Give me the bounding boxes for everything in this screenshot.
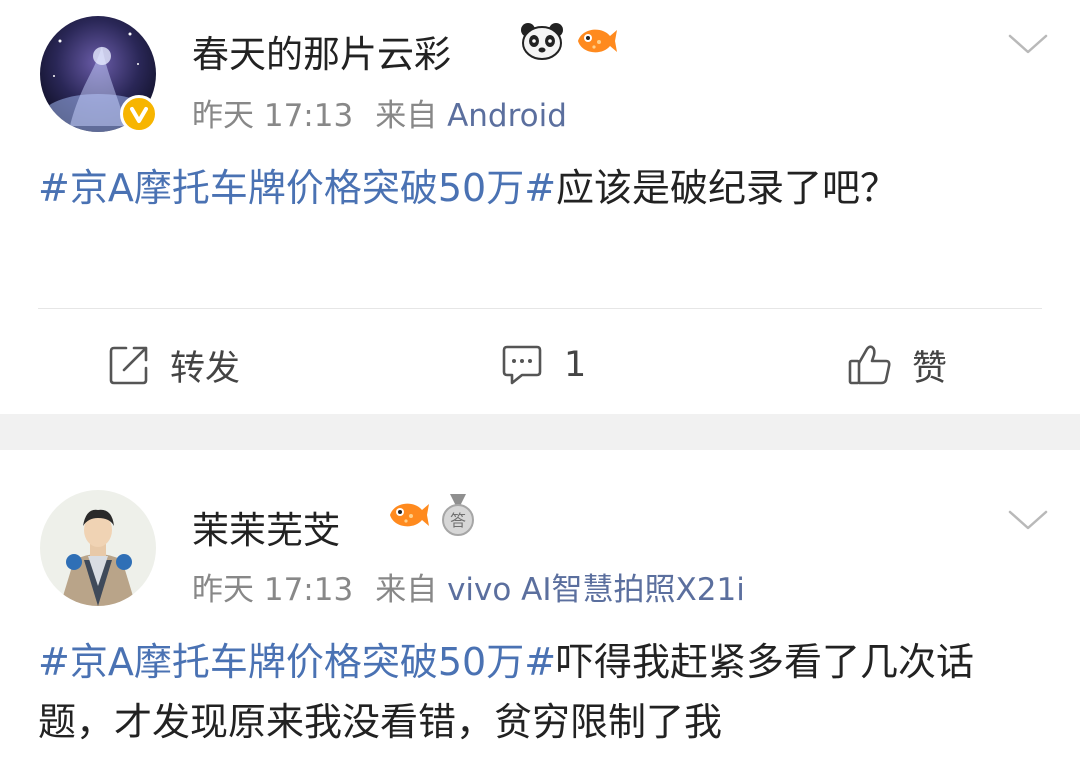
comment-count: 1: [564, 345, 587, 385]
post-time: 昨天 17:13: [192, 98, 354, 134]
from-label: 来自: [375, 572, 438, 608]
post-meta: 昨天 17:13 来自 Android: [192, 90, 567, 135]
repost-icon: [109, 346, 148, 385]
topic-link[interactable]: #京A摩托车牌价格突破50万#: [38, 166, 556, 210]
chevron-down-icon[interactable]: [1006, 30, 1050, 58]
divider: [38, 308, 1042, 309]
from-label: 来自: [375, 98, 438, 134]
fish-icon: [390, 503, 429, 527]
like-button[interactable]: 赞: [846, 330, 947, 400]
repost-label: 转发: [170, 348, 241, 389]
post-meta: 昨天 17:13 来自 vivo AI智慧拍照X21i: [192, 564, 745, 609]
panda-icon: [521, 23, 563, 60]
comment-icon: [502, 345, 542, 385]
weibo-post-1: 春天的那片云彩 昨天 17:13 来自 Android #京A摩托车牌价格突破50…: [0, 0, 1080, 414]
repost-button[interactable]: 转发: [106, 330, 240, 400]
username[interactable]: 茉茉芜芠: [192, 500, 340, 554]
comment-button[interactable]: 1: [498, 330, 586, 400]
thumbs-up-icon: [848, 345, 891, 385]
post-source[interactable]: Android: [447, 98, 567, 134]
like-label: 赞: [912, 348, 948, 389]
action-bar: 转发 1 赞: [0, 330, 1080, 400]
post-content: #京A摩托车牌价格突破50万#应该是破纪录了吧？: [38, 158, 1043, 218]
weibo-post-2: 茉茉芜芠 答 昨天 17:13 来自 vivo AI智慧拍照X21i #京A摩托车…: [0, 450, 1080, 764]
answer-medal-icon: 答: [442, 494, 474, 536]
post-time: 昨天 17:13: [192, 572, 354, 608]
user-badges: 答: [384, 492, 478, 538]
post-separator: [0, 414, 1080, 450]
post-content: #京A摩托车牌价格突破50万#吓得我赶紧多看了几次话题，才发现原来我没看错，贫穷…: [38, 632, 1043, 752]
user-badges: [520, 22, 618, 60]
verified-badge-icon: [120, 95, 158, 133]
fish-icon: [578, 29, 617, 53]
username[interactable]: 春天的那片云彩: [192, 24, 451, 78]
topic-link[interactable]: #京A摩托车牌价格突破50万#: [38, 640, 556, 684]
post-text: 应该是破纪录了吧？: [556, 166, 899, 210]
post-source[interactable]: vivo AI智慧拍照X21i: [447, 572, 745, 608]
chevron-down-icon[interactable]: [1006, 506, 1050, 534]
avatar[interactable]: [40, 490, 156, 606]
medal-char: 答: [450, 511, 466, 530]
